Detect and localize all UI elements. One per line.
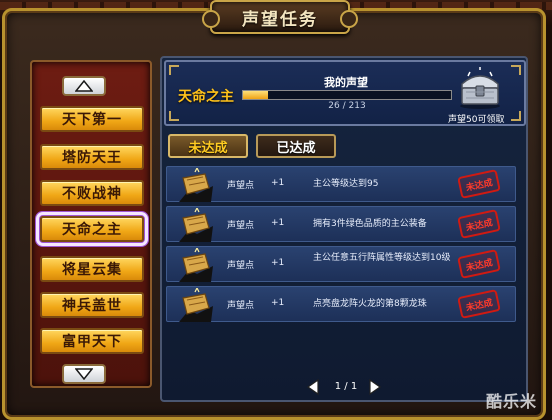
watermark: 酷乐米 (486, 392, 538, 411)
arrow-down-icon (75, 368, 93, 380)
quest-reward-value: +1 (271, 218, 285, 228)
nav-item-1[interactable]: 天下第一 (40, 106, 144, 132)
quest-row: 声望点 +1 主公任意五行阵属性等级达到10级 未达成 (166, 246, 516, 282)
quest-reward-key: 声望点 (227, 301, 255, 311)
reward-caption: 声望50可领取 (448, 115, 505, 125)
status-stamp: 未达成 (457, 169, 501, 199)
quest-description: 点亮盘龙阵火龙的第8颗龙珠 (313, 299, 427, 309)
quest-reward-key: 声望点 (227, 221, 255, 231)
status-stamp: 未达成 (457, 249, 501, 279)
reputation-header: 天命之主 我的声望 26 / 213 声望50可领取 (164, 60, 526, 126)
quest-description: 主公任意五行阵属性等级达到10级 (313, 253, 451, 263)
scroll-up-button[interactable] (62, 76, 106, 96)
quest-row: 声望点 +1 拥有3件绿色品质的主公装备 未达成 (166, 206, 516, 242)
gold-treasure-icon (179, 168, 213, 202)
nav-item-6[interactable]: 神兵盖世 (40, 292, 144, 318)
status-stamp: 未达成 (457, 209, 501, 239)
next-page-icon[interactable] (368, 379, 382, 395)
quest-description: 拥有3件绿色品质的主公装备 (313, 219, 427, 229)
silver-chest-icon[interactable] (456, 66, 504, 110)
tab-incomplete[interactable]: 未达成 (168, 134, 248, 158)
quest-row: 声望点 +1 主公等级达到95 未达成 (166, 166, 516, 202)
gold-treasure-icon (179, 248, 213, 282)
nav-item-5[interactable]: 将星云集 (40, 256, 144, 282)
gold-treasure-icon (179, 288, 213, 322)
window-title: 声望任务 (242, 9, 318, 30)
tab-completed[interactable]: 已达成 (256, 134, 336, 158)
current-title: 天命之主 (178, 89, 234, 105)
arrow-up-icon (75, 80, 93, 92)
pagination: 1 / 1 (306, 378, 386, 396)
category-sidebar: 天下第一 塔防天王 不败战神 天命之主 将星云集 神兵盖世 富甲天下 (30, 60, 152, 388)
nav-item-2[interactable]: 塔防天王 (40, 144, 144, 170)
quest-row: 声望点 +1 点亮盘龙阵火龙的第8颗龙珠 未达成 (166, 286, 516, 322)
quest-reward-value: +1 (271, 298, 285, 308)
quest-reward-key: 声望点 (227, 261, 255, 271)
reputation-progress-text: 26 / 213 (328, 101, 366, 111)
quest-reward-key: 声望点 (227, 181, 255, 191)
quest-description: 主公等级达到95 (313, 179, 379, 189)
quest-reward-value: +1 (271, 258, 285, 268)
nav-item-3[interactable]: 不败战神 (40, 180, 144, 206)
page-indicator: 1 / 1 (334, 381, 358, 392)
scroll-down-button[interactable] (62, 364, 106, 384)
reputation-progress-bar (242, 90, 452, 100)
gold-treasure-icon (179, 208, 213, 242)
quest-reward-value: +1 (271, 178, 285, 188)
reputation-label: 我的声望 (324, 76, 368, 89)
status-stamp: 未达成 (457, 289, 501, 319)
nav-item-7[interactable]: 富甲天下 (40, 328, 144, 354)
nav-item-4-selected[interactable]: 天命之主 (36, 212, 148, 246)
reputation-progress-fill (243, 91, 269, 99)
prev-page-icon[interactable] (306, 379, 320, 395)
title-plaque: 声望任务 (202, 0, 358, 34)
